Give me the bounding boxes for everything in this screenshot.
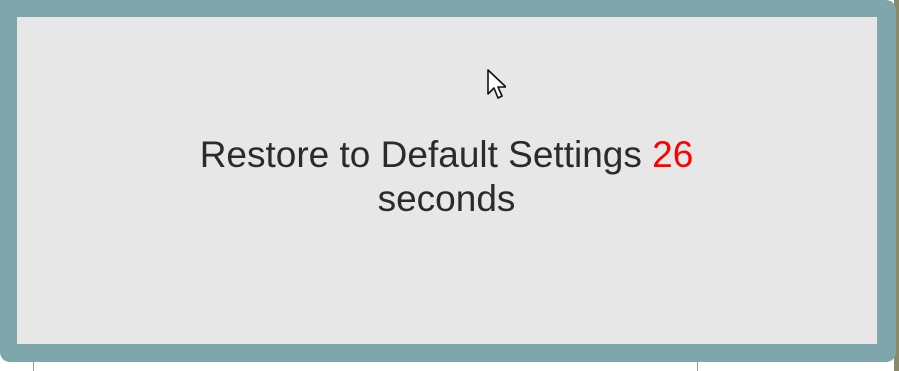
mouse-pointer-icon	[487, 69, 506, 99]
message-prefix: Restore to Default Settings	[199, 134, 653, 175]
restore-dialog: Restore to Default Settings 26 seconds	[0, 0, 896, 362]
countdown-value: 26	[652, 134, 694, 175]
countdown-message: Restore to Default Settings 26 seconds	[0, 133, 893, 221]
message-suffix: seconds	[377, 178, 516, 219]
